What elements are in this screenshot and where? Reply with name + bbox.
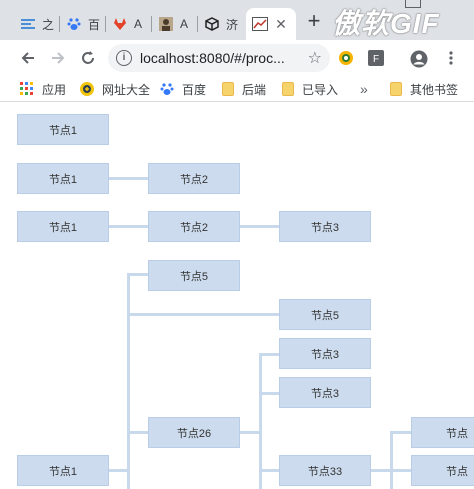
tab-3-label: A	[134, 17, 143, 31]
connector-line	[390, 431, 393, 489]
watermark-text: 傲软GIF	[332, 8, 440, 39]
bookmark-baidu[interactable]: 百度	[160, 80, 206, 98]
tab-4-label: A	[180, 17, 189, 31]
bookmark-folder-other[interactable]: 其他书签	[390, 80, 458, 98]
tab-4[interactable]: A	[152, 8, 198, 40]
baidu-paw-icon	[66, 16, 82, 32]
avatar-icon	[158, 16, 174, 32]
tab-1[interactable]: 之	[14, 8, 60, 40]
bookmark-hao123-label: 网址大全	[102, 82, 151, 97]
tree-node[interactable]: 节点26	[148, 417, 240, 448]
bookmarks-bar: 应用 网址大全 百度 后端 已导入 » 其他书签	[0, 76, 474, 102]
connector-line	[127, 431, 149, 434]
svg-text:F: F	[373, 54, 379, 65]
folder-icon	[222, 82, 234, 96]
tree-node[interactable]: 节点3	[279, 338, 371, 369]
connector-line	[390, 431, 412, 434]
folder-icon	[390, 82, 402, 96]
tree-node[interactable]: 节点5	[148, 260, 240, 291]
list-icon	[20, 16, 36, 32]
chart-icon	[252, 16, 268, 32]
tab-5-label: 济	[226, 17, 239, 32]
star-icon[interactable]: ☆	[308, 48, 322, 68]
hao123-icon	[80, 82, 94, 96]
bookmark-imported-label: 已导入	[302, 82, 339, 97]
tree-node[interactable]: 节点33	[279, 455, 371, 486]
tab-6-active[interactable]: ✕	[246, 8, 296, 40]
tree-node[interactable]: 节点1	[17, 114, 109, 145]
tree-node[interactable]: 节点1	[17, 455, 109, 486]
back-arrow-icon[interactable]	[18, 48, 38, 68]
tree-node[interactable]: 节点2	[148, 211, 240, 242]
extension-icon[interactable]	[338, 50, 354, 66]
reload-icon[interactable]	[78, 48, 98, 68]
close-icon[interactable]: ✕	[272, 15, 290, 33]
tab-5[interactable]: 济	[198, 8, 244, 40]
tab-3[interactable]: A	[106, 8, 152, 40]
connector-line	[108, 225, 150, 228]
profile-avatar-icon[interactable]	[410, 50, 428, 68]
connector-line	[259, 353, 280, 356]
bookmark-folder-backend[interactable]: 后端	[222, 80, 266, 98]
info-icon[interactable]: i	[116, 50, 132, 66]
connector-line	[240, 431, 260, 434]
new-tab-button[interactable]: +	[303, 10, 325, 33]
baidu-paw-icon	[160, 82, 174, 96]
bookmark-apps-label: 应用	[42, 82, 67, 97]
gitlab-icon	[112, 16, 128, 32]
tree-node[interactable]: 节点5	[279, 299, 371, 330]
tree-node[interactable]: 节点	[411, 417, 474, 448]
tab-2-label: 百	[88, 17, 101, 32]
bookmark-apps[interactable]: 应用	[20, 80, 66, 98]
tree-node[interactable]: 节点1	[17, 211, 109, 242]
connector-line	[259, 469, 280, 472]
address-url[interactable]: localhost:8080/#/proc...	[140, 50, 300, 66]
connector-line	[127, 313, 279, 316]
bookmark-backend-label: 后端	[242, 82, 267, 97]
connector-line	[108, 469, 128, 472]
browser-toolbar: i localhost:8080/#/proc... ☆ F	[0, 40, 474, 76]
apps-grid-icon	[20, 82, 34, 96]
tab-2[interactable]: 百	[60, 8, 106, 40]
bookmark-baidu-label: 百度	[182, 82, 207, 97]
tree-node[interactable]: 节点3	[279, 211, 371, 242]
bookmark-hao123[interactable]: 网址大全	[80, 80, 150, 98]
f-extension-icon[interactable]: F	[368, 50, 384, 66]
more-icon: »	[360, 81, 368, 97]
bookmark-folder-imported[interactable]: 已导入	[282, 80, 338, 98]
connector-line	[127, 273, 149, 276]
tree-node[interactable]: 节点	[411, 455, 474, 486]
page-content: 节点1 节点1 节点2 节点1 节点2 节点3 节点5 节点5 节点3 节点3 …	[0, 103, 474, 489]
bookmark-other-label: 其他书签	[410, 82, 459, 97]
window-restore-icon[interactable]	[405, 0, 421, 8]
menu-kebab-icon[interactable]	[443, 50, 459, 66]
address-bar[interactable]: i localhost:8080/#/proc... ☆	[108, 44, 330, 72]
bookmarks-overflow-button[interactable]: »	[360, 80, 368, 98]
connector-line	[390, 469, 412, 472]
tree-node[interactable]: 节点1	[17, 163, 109, 194]
connector-line	[240, 225, 280, 228]
connector-line	[259, 392, 280, 395]
tree-node[interactable]: 节点3	[279, 377, 371, 408]
tree-node[interactable]: 节点2	[148, 163, 240, 194]
connector-line	[371, 469, 391, 472]
box-icon	[204, 16, 220, 32]
connector-line	[127, 273, 130, 489]
connector-line	[108, 177, 150, 180]
tab-1-label: 之	[42, 17, 55, 32]
forward-arrow-icon[interactable]	[48, 48, 68, 68]
tab-strip: 之 百 A A 济 ✕ + 傲软GIF	[0, 0, 474, 40]
folder-icon	[282, 82, 294, 96]
